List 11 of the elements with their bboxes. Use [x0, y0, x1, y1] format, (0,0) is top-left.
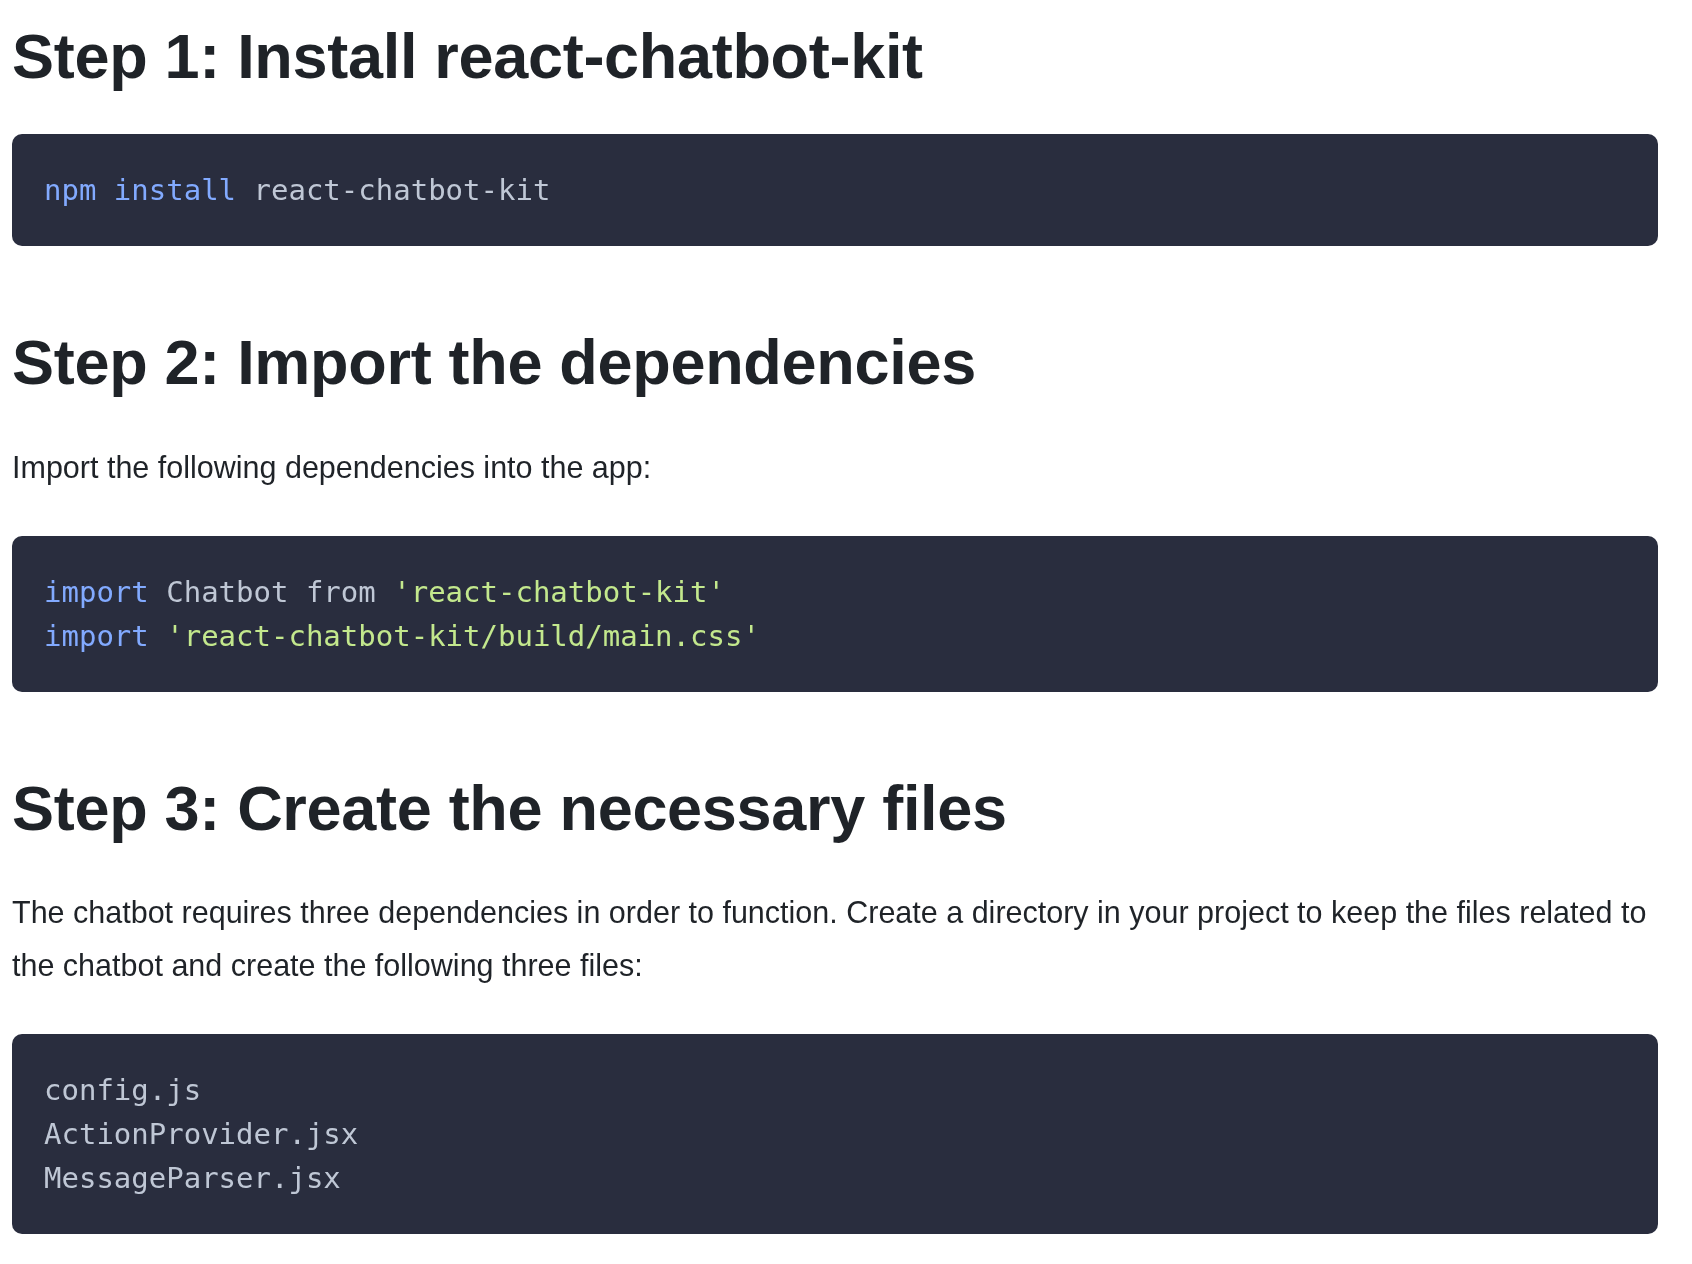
section-heading: Step 2: Import the dependencies	[12, 326, 977, 399]
section-heading: Step 1: Install react-chatbot-kit	[12, 20, 924, 93]
code-line: config.js	[44, 1072, 202, 1110]
body-paragraph: Import the following dependencies into the app:	[12, 448, 653, 487]
body-paragraph: The chatbot requires three dependencies in order to function. Create a directory in your project to keep the files related to the chatbot and create the following three files:	[12, 894, 1648, 985]
code-line: npm install react-chatbot-kit	[44, 172, 551, 210]
code-line: MessageParser.jsx	[44, 1160, 341, 1198]
section-heading: Step 3: Create the necessary files	[12, 771, 1008, 845]
code-line: import Chatbot from 'react-chatbot-kit'	[44, 573, 725, 611]
code-line: ActionProvider.jsx	[44, 1116, 359, 1154]
code-line: import 'react-chatbot-kit/build/main.css'	[44, 617, 760, 655]
